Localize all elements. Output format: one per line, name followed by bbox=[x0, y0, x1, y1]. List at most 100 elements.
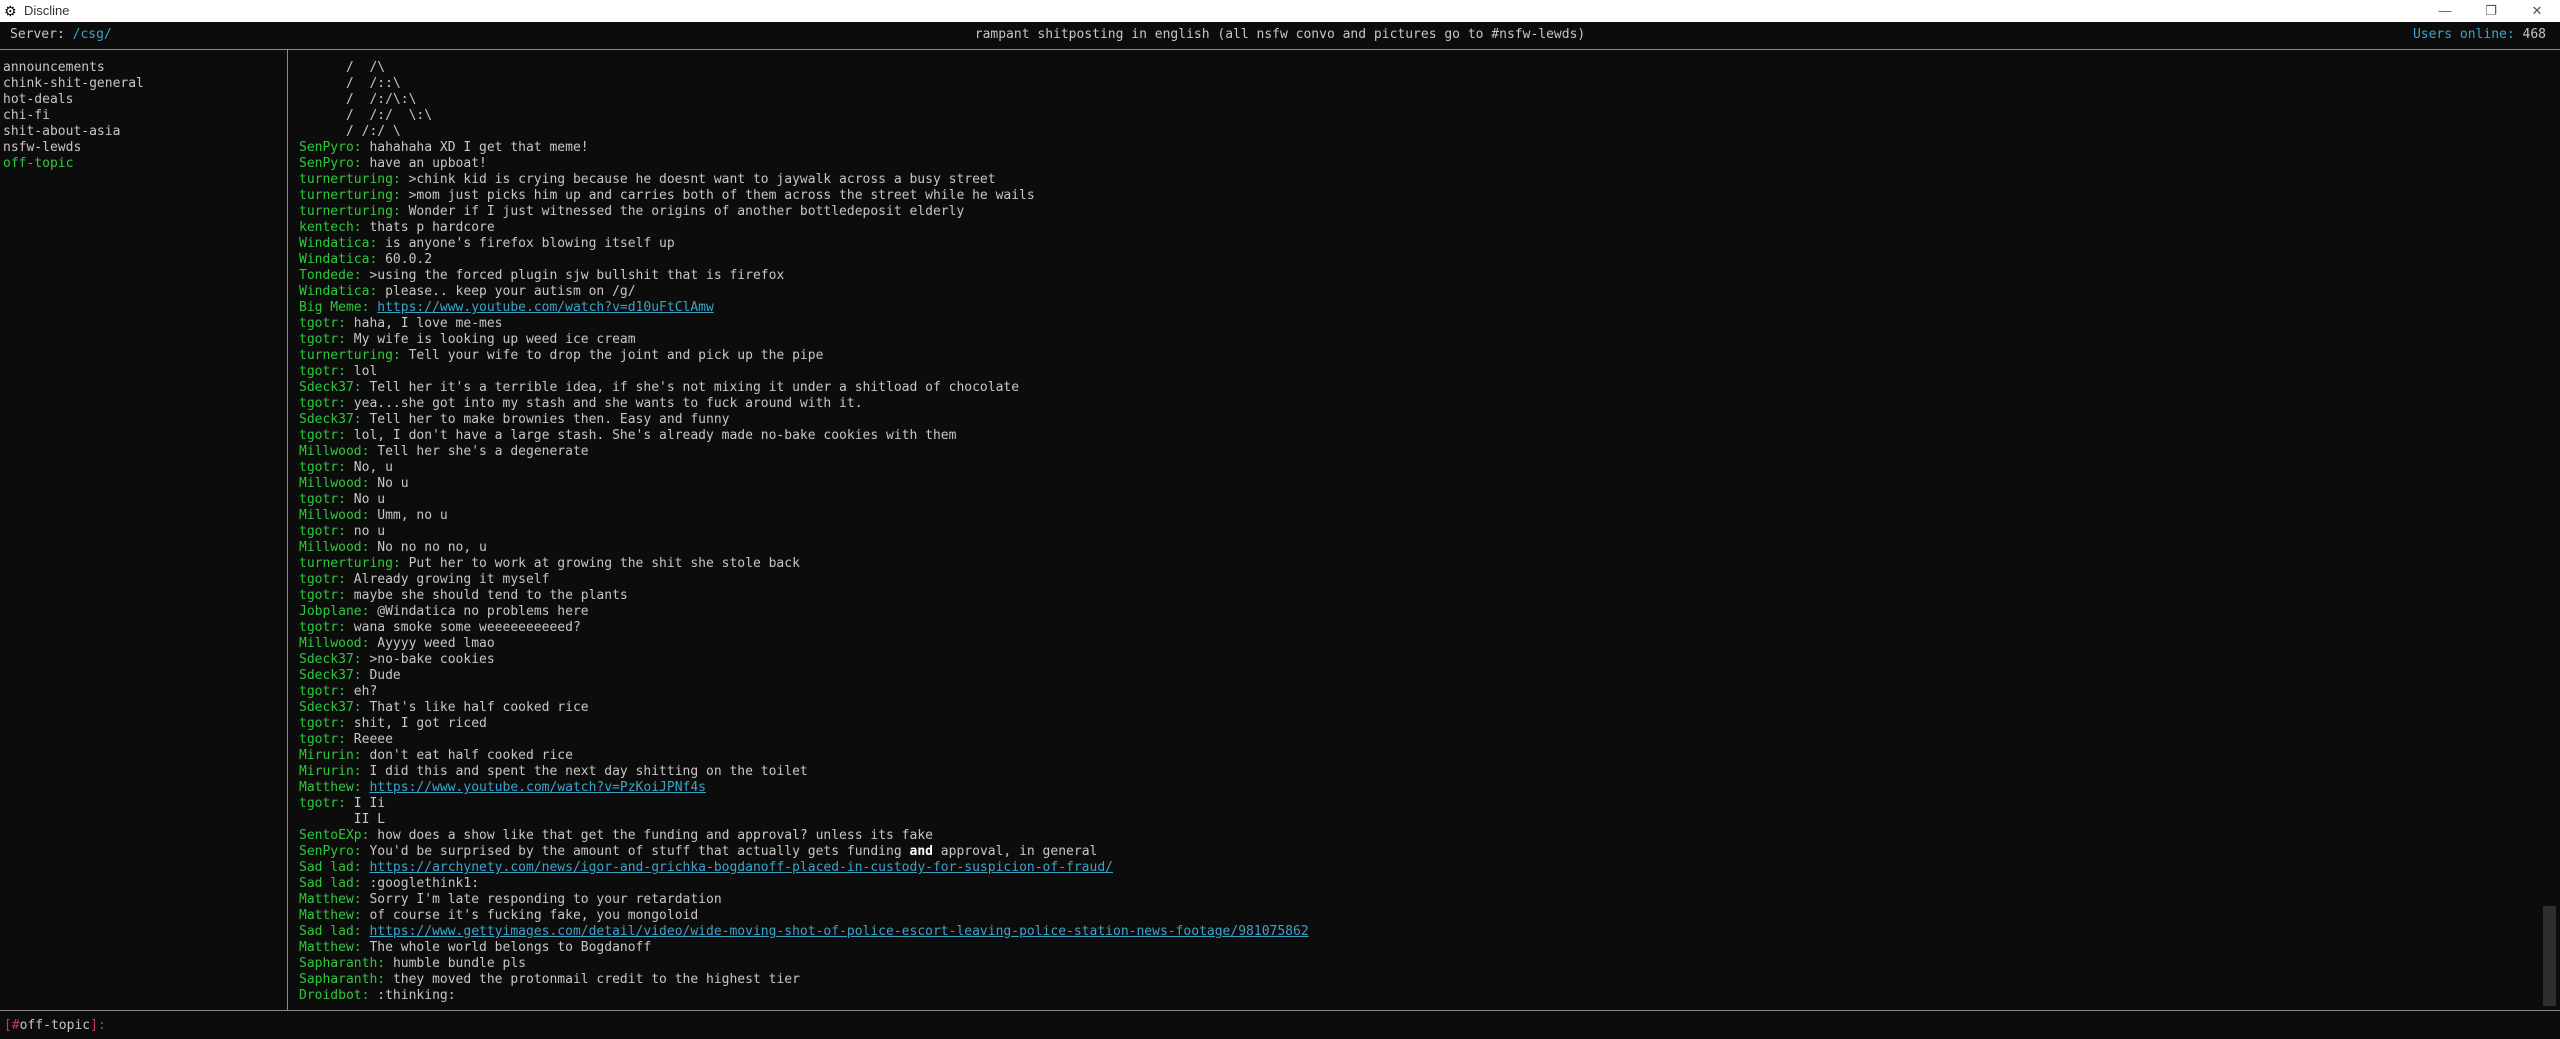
message-author[interactable]: Sdeck37 bbox=[299, 668, 354, 683]
restore-icon[interactable]: ❐ bbox=[2468, 0, 2514, 22]
message-author[interactable]: Windatica bbox=[299, 252, 369, 267]
message-row: Matthew: https://www.youtube.com/watch?v… bbox=[299, 780, 706, 795]
scrollbar-thumb[interactable] bbox=[2543, 906, 2556, 1006]
message-link[interactable]: https://www.youtube.com/watch?v=d10uFtCl… bbox=[377, 300, 714, 315]
message-text: lol, I don't have a large stash. She's a… bbox=[353, 428, 957, 443]
message-link[interactable]: https://archynety.com/news/igor-and-gric… bbox=[369, 860, 1113, 875]
message-link[interactable]: https://www.gettyimages.com/detail/video… bbox=[369, 924, 1308, 939]
sidebar-item-announcements[interactable]: announcements bbox=[3, 60, 283, 76]
message-row: Matthew: The whole world belongs to Bogd… bbox=[299, 940, 652, 955]
message-row: Sad lad: :googlethink1: bbox=[299, 876, 480, 891]
message-author[interactable]: tgotr bbox=[299, 364, 338, 379]
message-author[interactable]: tgotr bbox=[299, 492, 338, 507]
message-author[interactable]: kentech bbox=[299, 220, 354, 235]
message-row: tgotr: I Ii bbox=[299, 796, 386, 811]
message-row: Sdeck37: >no-bake cookies bbox=[299, 652, 495, 667]
message-author[interactable]: tgotr bbox=[299, 684, 338, 699]
message-row: turnerturing: Tell your wife to drop the… bbox=[299, 348, 824, 363]
message-author[interactable]: tgotr bbox=[299, 572, 338, 587]
message-author[interactable]: Sad lad bbox=[299, 924, 354, 939]
message-row: Matthew: of course it's fucking fake, yo… bbox=[299, 908, 699, 923]
message-input[interactable]: [#off-topic]: bbox=[4, 1018, 106, 1034]
message-row: Sapharanth: they moved the protonmail cr… bbox=[299, 972, 800, 987]
message-author[interactable]: Sapharanth bbox=[299, 972, 377, 987]
message-author[interactable]: turnerturing bbox=[299, 556, 393, 571]
minimize-icon[interactable]: — bbox=[2422, 0, 2468, 22]
message-author[interactable]: Windatica bbox=[299, 284, 369, 299]
message-author[interactable]: tgotr bbox=[299, 588, 338, 603]
message-author[interactable]: tgotr bbox=[299, 524, 338, 539]
message-author[interactable]: Millwood bbox=[299, 636, 362, 651]
message-author[interactable]: turnerturing bbox=[299, 172, 393, 187]
message-author[interactable]: Millwood bbox=[299, 444, 362, 459]
message-author[interactable]: Mirurin bbox=[299, 764, 354, 779]
message-row: tgotr: maybe she should tend to the plan… bbox=[299, 588, 628, 603]
message-author[interactable]: turnerturing bbox=[299, 188, 393, 203]
message-author[interactable]: tgotr bbox=[299, 460, 338, 475]
message-author[interactable]: tgotr bbox=[299, 396, 338, 411]
message-author[interactable]: Matthew bbox=[299, 940, 354, 955]
message-row: SentoEXp: how does a show like that get … bbox=[299, 828, 933, 843]
message-author[interactable]: tgotr bbox=[299, 316, 338, 331]
message-author[interactable]: Millwood bbox=[299, 508, 362, 523]
message-text: is anyone's firefox blowing itself up bbox=[385, 236, 675, 251]
message-author[interactable]: Sad lad bbox=[299, 860, 354, 875]
message-author[interactable]: Windatica bbox=[299, 236, 369, 251]
message-author[interactable]: Matthew bbox=[299, 780, 354, 795]
message-row: tgotr: wana smoke some weeeeeeeeeed? bbox=[299, 620, 581, 635]
message-author[interactable]: Sapharanth bbox=[299, 956, 377, 971]
message-text: / /:/ \:\ bbox=[299, 108, 433, 123]
sidebar-item-nsfw-lewds[interactable]: nsfw-lewds bbox=[3, 140, 283, 156]
message-author[interactable]: Sad lad bbox=[299, 876, 354, 891]
message-text: have an upboat! bbox=[369, 156, 487, 171]
message-author[interactable]: Matthew bbox=[299, 892, 354, 907]
message-row: tgotr: shit, I got riced bbox=[299, 716, 487, 731]
message-author[interactable]: Millwood bbox=[299, 540, 362, 555]
message-author[interactable]: SenPyro bbox=[299, 156, 354, 171]
input-divider bbox=[0, 1010, 2560, 1011]
message-author[interactable]: Sdeck37 bbox=[299, 412, 354, 427]
sidebar-item-hot-deals[interactable]: hot-deals bbox=[3, 92, 283, 108]
sidebar-divider bbox=[287, 50, 288, 1010]
message-text: no u bbox=[353, 524, 386, 539]
message-text: The whole world belongs to Bogdanoff bbox=[369, 940, 652, 955]
sidebar-item-chink-shit-general[interactable]: chink-shit-general bbox=[3, 76, 283, 92]
sidebar-item-shit-about-asia[interactable]: shit-about-asia bbox=[3, 124, 283, 140]
header-divider bbox=[0, 49, 2560, 50]
message-row: tgotr: lol, I don't have a large stash. … bbox=[299, 428, 957, 443]
message-text: II L bbox=[299, 812, 386, 827]
message-author[interactable]: SentoEXp bbox=[299, 828, 362, 843]
message-author[interactable]: tgotr bbox=[299, 428, 338, 443]
message-author[interactable]: Big Meme bbox=[299, 300, 362, 315]
message-author[interactable]: tgotr bbox=[299, 620, 338, 635]
message-author[interactable]: Tondede bbox=[299, 268, 354, 283]
message-author[interactable]: Mirurin bbox=[299, 748, 354, 763]
message-author[interactable]: tgotr bbox=[299, 732, 338, 747]
message-link[interactable]: https://www.youtube.com/watch?v=PzKoiJPN… bbox=[369, 780, 706, 795]
message-author[interactable]: tgotr bbox=[299, 332, 338, 347]
message-author[interactable]: turnerturing bbox=[299, 348, 393, 363]
message-row: Sdeck37: Tell her it's a terrible idea, … bbox=[299, 380, 1020, 395]
message-author[interactable]: Millwood bbox=[299, 476, 362, 491]
message-author[interactable]: Sdeck37 bbox=[299, 380, 354, 395]
message-text: thats p hardcore bbox=[369, 220, 495, 235]
message-author[interactable]: Jobplane bbox=[299, 604, 362, 619]
message-text: Tell your wife to drop the joint and pic… bbox=[408, 348, 824, 363]
close-icon[interactable]: ✕ bbox=[2514, 0, 2560, 22]
message-row: Millwood: Umm, no u bbox=[299, 508, 448, 523]
message-author[interactable]: Sdeck37 bbox=[299, 652, 354, 667]
message-scrollbar[interactable] bbox=[2541, 50, 2558, 1010]
message-author[interactable]: Droidbot bbox=[299, 988, 362, 1003]
message-author[interactable]: Matthew bbox=[299, 908, 354, 923]
message-author[interactable]: SenPyro bbox=[299, 844, 354, 859]
message-row: Mirurin: I did this and spent the next d… bbox=[299, 764, 808, 779]
sidebar-item-chi-fi[interactable]: chi-fi bbox=[3, 108, 283, 124]
message-text: >using the forced plugin sjw bullshit th… bbox=[369, 268, 785, 283]
message-author[interactable]: Sdeck37 bbox=[299, 700, 354, 715]
message-author[interactable]: tgotr bbox=[299, 716, 338, 731]
message-author[interactable]: SenPyro bbox=[299, 140, 354, 155]
message-author[interactable]: turnerturing bbox=[299, 204, 393, 219]
sidebar-item-off-topic[interactable]: off-topic bbox=[3, 156, 283, 172]
message-text: Wonder if I just witnessed the origins o… bbox=[408, 204, 965, 219]
message-author[interactable]: tgotr bbox=[299, 796, 338, 811]
